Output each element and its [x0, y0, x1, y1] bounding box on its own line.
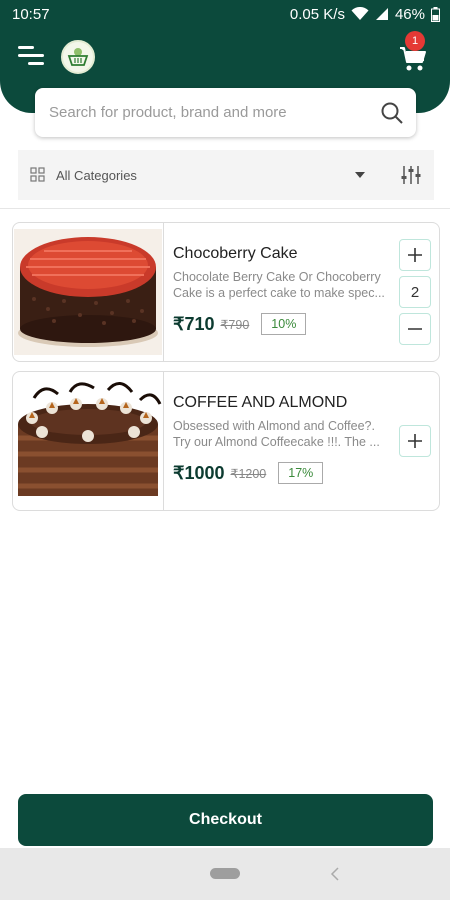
product-price: ₹710: [173, 313, 215, 334]
status-time: 10:57: [12, 5, 50, 23]
add-to-cart-button[interactable]: [399, 425, 431, 457]
divider: [0, 208, 450, 209]
app-screen: 10:57 0.05 K/s 46% 1 Search for product,…: [0, 0, 450, 900]
minus-icon: [408, 328, 422, 330]
product-image-coffee-and-almond[interactable]: [13, 372, 164, 510]
checkout-button[interactable]: Checkout: [18, 794, 433, 846]
category-select[interactable]: All Categories: [56, 168, 354, 183]
price-row: ₹1000 ₹1200 17%: [173, 462, 395, 484]
plus-icon: [408, 248, 422, 262]
product-mrp: ₹790: [220, 317, 250, 332]
cart-count-badge: 1: [405, 31, 425, 51]
back-icon[interactable]: [330, 867, 340, 881]
product-name[interactable]: Chocoberry Cake: [173, 245, 395, 263]
battery-icon: [431, 6, 440, 22]
network-speed: 0.05 K/s: [289, 5, 345, 23]
status-bar: 10:57 0.05 K/s 46%: [0, 0, 450, 28]
menu-icon-line-middle: [18, 54, 44, 57]
discount-badge: 10%: [261, 313, 307, 335]
menu-button[interactable]: [16, 43, 46, 69]
category-bar: All Categories: [18, 150, 434, 200]
system-navigation-bar: [0, 848, 450, 900]
search-bar: [35, 88, 416, 137]
product-name[interactable]: COFFEE AND ALMOND: [173, 394, 395, 412]
wifi-icon: [351, 7, 369, 20]
decrease-quantity-button[interactable]: [399, 313, 431, 345]
menu-icon-line-bottom: [28, 62, 44, 65]
plus-icon: [408, 434, 422, 448]
home-pill-button[interactable]: [210, 868, 240, 879]
product-mrp: ₹1200: [230, 466, 267, 481]
signal-icon: [375, 8, 388, 20]
search-input[interactable]: [49, 104, 380, 121]
basket-logo-icon[interactable]: [61, 40, 95, 74]
battery-level: 46%: [394, 5, 425, 23]
menu-icon-line-top: [18, 46, 34, 49]
product-description: Obsessed with Almond and Coffee?. Try ou…: [173, 419, 380, 449]
product-card[interactable]: COFFEE AND ALMOND Obsessed with Almond a…: [12, 371, 440, 511]
status-right: 0.05 K/s 46%: [290, 6, 440, 23]
search-icon[interactable]: [380, 101, 404, 125]
product-description: Chocolate Berry Cake Or Chocoberry Cake …: [173, 270, 385, 300]
product-image-chocoberry-cake[interactable]: [13, 223, 164, 361]
discount-badge: 17%: [278, 462, 324, 484]
quantity-value: 2: [399, 276, 431, 308]
filter-sliders-icon[interactable]: [400, 164, 422, 186]
increase-quantity-button[interactable]: [399, 239, 431, 271]
price-row: ₹710 ₹790 10%: [173, 313, 395, 335]
product-price: ₹1000: [173, 462, 225, 483]
product-info: Chocoberry Cake Chocolate Berry Cake Or …: [173, 245, 395, 335]
dropdown-arrow-icon[interactable]: [354, 171, 366, 179]
category-grid-icon: [30, 167, 45, 182]
product-info: COFFEE AND ALMOND Obsessed with Almond a…: [173, 394, 395, 484]
product-card[interactable]: Chocoberry Cake Chocolate Berry Cake Or …: [12, 222, 440, 362]
